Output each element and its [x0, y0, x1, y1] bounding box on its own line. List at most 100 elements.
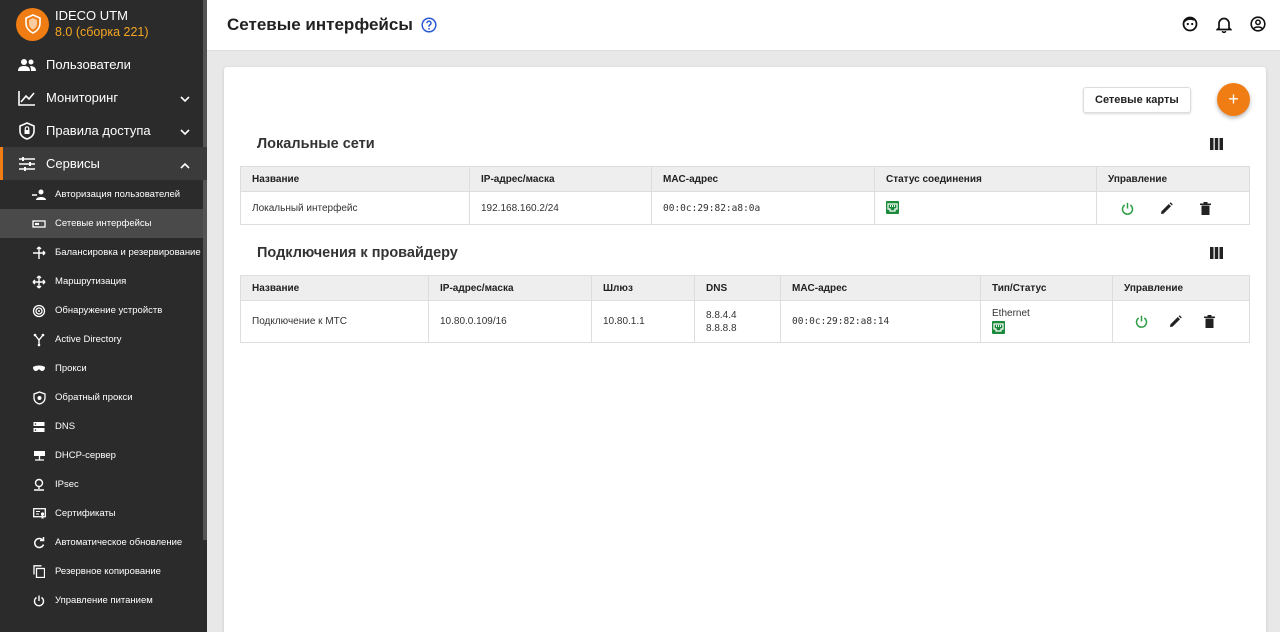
nav-access-rules-label: Правила доступа — [46, 123, 151, 138]
nav-sub-dns[interactable]: DNS — [0, 412, 207, 441]
col-header[interactable]: Название — [240, 275, 429, 301]
balance-arrows-icon — [32, 246, 46, 260]
provider-connections-table: Название IP-адрес/маска Шлюз DNS MAC-адр… — [240, 275, 1250, 343]
content-card: Сетевые карты + Локальные сети Название … — [224, 67, 1266, 632]
local-networks-table: Название IP-адрес/маска MAC-адрес Статус… — [240, 166, 1250, 225]
power-icon — [32, 594, 46, 608]
nav-sub-network-interfaces[interactable]: Сетевые интерфейсы — [0, 209, 207, 238]
nav-sub-label: Сертификаты — [55, 508, 116, 519]
col-header[interactable]: Статус соединения — [874, 166, 1097, 192]
add-button[interactable]: + — [1217, 83, 1250, 116]
sliders-icon — [17, 154, 37, 174]
help-icon[interactable] — [421, 17, 437, 33]
mask-icon — [32, 362, 46, 376]
delete-trash-icon[interactable] — [1186, 201, 1225, 215]
server-icon — [32, 420, 46, 434]
shield-lock-icon — [17, 121, 37, 141]
nav-sub-device-discovery[interactable]: Обнаружение устройств — [0, 296, 207, 325]
table-row[interactable]: Локальный интерфейс 192.168.160.2/24 00:… — [240, 191, 1250, 225]
cell-ip: 192.168.160.2/24 — [469, 191, 652, 225]
radar-icon — [32, 304, 46, 318]
support-face-icon[interactable] — [1182, 16, 1200, 34]
nav-users[interactable]: Пользователи — [0, 48, 207, 81]
dns-primary: 8.8.4.4 — [706, 309, 737, 321]
local-networks-title: Локальные сети — [257, 136, 375, 152]
col-header[interactable]: DNS — [694, 275, 781, 301]
columns-icon[interactable] — [1210, 247, 1223, 259]
nav-sub-power[interactable]: Управление питанием — [0, 586, 207, 615]
power-toggle-icon[interactable] — [1124, 315, 1158, 328]
nav-sub-proxy[interactable]: Прокси — [0, 354, 207, 383]
nav-sub-dhcp[interactable]: DHCP-сервер — [0, 441, 207, 470]
nav-sub-reverse-proxy[interactable]: Обратный прокси — [0, 383, 207, 412]
location-pin-icon — [32, 478, 46, 492]
edit-pencil-icon[interactable] — [1158, 315, 1192, 328]
routing-icon — [32, 275, 46, 289]
nav-sub-label: Маршрутизация — [55, 276, 127, 287]
nav-sub-label: DHCP-сервер — [55, 450, 116, 461]
col-header[interactable]: Управление — [1112, 275, 1250, 301]
users-icon — [17, 55, 37, 75]
nav-sub-label: Прокси — [55, 363, 87, 374]
refresh-icon — [32, 536, 46, 550]
cell-actions — [1112, 300, 1250, 343]
cell-ip: 10.80.0.109/16 — [428, 300, 592, 343]
ethernet-connected-icon — [992, 321, 1005, 334]
cell-status — [874, 191, 1097, 225]
network-cards-button[interactable]: Сетевые карты — [1083, 87, 1191, 113]
nav-access-rules[interactable]: Правила доступа — [0, 114, 207, 147]
col-header[interactable]: Название — [240, 166, 470, 192]
nav-sub-label: IPsec — [55, 479, 79, 490]
network-card-icon — [32, 217, 46, 231]
col-header[interactable]: Управление — [1096, 166, 1250, 192]
nav-sub-auto-update[interactable]: Автоматическое обновление — [0, 528, 207, 557]
bell-icon[interactable] — [1216, 16, 1234, 34]
nav-sub-balancing[interactable]: Балансировка и резервирование — [0, 238, 207, 267]
nav-sub-user-auth[interactable]: Авторизация пользователей — [0, 180, 207, 209]
nav-sub-label: Автоматическое обновление — [55, 537, 183, 548]
nav-sub-label: Обнаружение устройств — [55, 305, 163, 316]
chevron-up-icon — [180, 157, 190, 172]
nav-sub-active-directory[interactable]: Active Directory — [0, 325, 207, 354]
col-header[interactable]: MAC-адрес — [780, 275, 981, 301]
col-header[interactable]: MAC-адрес — [651, 166, 875, 192]
nav-services-label: Сервисы — [46, 156, 100, 171]
col-header[interactable]: IP-адрес/маска — [428, 275, 592, 301]
col-header[interactable]: IP-адрес/маска — [469, 166, 652, 192]
brand-name: IDECO UTM — [55, 8, 128, 23]
delete-trash-icon[interactable] — [1192, 315, 1226, 328]
nav-sub-routing[interactable]: Маршрутизация — [0, 267, 207, 296]
chevron-down-icon — [180, 124, 190, 139]
brand[interactable]: IDECO UTM 8.0 (сборка 221) — [0, 0, 207, 48]
edit-pencil-icon[interactable] — [1147, 201, 1186, 215]
cell-name: Подключение к МТС — [240, 300, 429, 343]
power-toggle-icon[interactable] — [1108, 202, 1147, 215]
cell-mac: 00:0c:29:82:a8:0a — [651, 191, 875, 225]
ethernet-connected-icon — [886, 201, 899, 214]
nav-sub-ipsec[interactable]: IPsec — [0, 470, 207, 499]
user-auth-icon — [32, 188, 46, 202]
nav-sub-label: DNS — [55, 421, 76, 432]
cell-mac: 00:0c:29:82:a8:14 — [780, 300, 981, 343]
chevron-down-icon — [180, 91, 190, 106]
shield-logo-icon — [16, 7, 49, 41]
cell-type-status: Ethernet — [980, 300, 1113, 343]
cell-name: Локальный интерфейс — [240, 191, 470, 225]
nav-monitoring[interactable]: Мониторинг — [0, 81, 207, 114]
table-row[interactable]: Подключение к МТС 10.80.0.109/16 10.80.1… — [240, 300, 1250, 343]
fork-icon — [32, 333, 46, 347]
nav-users-label: Пользователи — [46, 57, 131, 72]
nav-sub-certificates[interactable]: Сертификаты — [0, 499, 207, 528]
nav-sub-label: Active Directory — [55, 334, 122, 345]
nav-sub-label: Авторизация пользователей — [55, 189, 181, 200]
nav-monitoring-label: Мониторинг — [46, 90, 119, 105]
account-circle-icon[interactable] — [1250, 16, 1268, 34]
nav-services[interactable]: Сервисы — [0, 147, 207, 180]
copy-icon — [32, 565, 46, 579]
nav-sub-backup[interactable]: Резервное копирование — [0, 557, 207, 586]
col-header[interactable]: Тип/Статус — [980, 275, 1113, 301]
cell-gateway: 10.80.1.1 — [591, 300, 695, 343]
col-header[interactable]: Шлюз — [591, 275, 695, 301]
columns-icon[interactable] — [1210, 138, 1223, 150]
connection-type: Ethernet — [992, 308, 1030, 319]
